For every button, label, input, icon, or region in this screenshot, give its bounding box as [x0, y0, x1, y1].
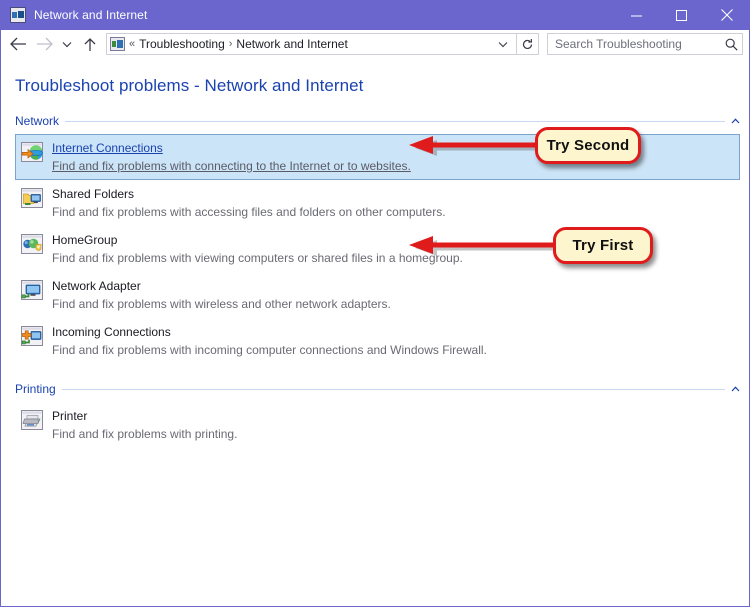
network-adapter-row[interactable]: Network Adapter Find and fix problems wi… [15, 272, 740, 318]
section-network: Network Internet Connections Find and fi… [1, 113, 749, 364]
section-divider [61, 388, 725, 390]
item-text: Incoming Connections Find and fix proble… [52, 323, 487, 359]
printer-icon [20, 408, 44, 432]
section-collapse-chevron-up-icon[interactable] [731, 118, 740, 124]
window-controls [614, 0, 749, 30]
breadcrumb-separator: › [228, 38, 233, 50]
forward-arrow-icon [31, 32, 57, 56]
back-arrow-icon[interactable] [5, 32, 31, 56]
item-title[interactable]: Internet Connections [52, 141, 163, 155]
internet-connections-icon [20, 140, 44, 164]
section-title-network: Network [15, 114, 60, 128]
homegroup-row[interactable]: HomeGroup Find and fix problems with vie… [15, 226, 740, 272]
item-title[interactable]: Shared Folders [52, 187, 134, 201]
item-description: Find and fix problems with wireless and … [52, 297, 391, 311]
homegroup-icon [20, 232, 44, 256]
network-adapter-icon [20, 278, 44, 302]
incoming-connections-row[interactable]: Incoming Connections Find and fix proble… [15, 318, 740, 364]
content-area: Troubleshoot problems - Network and Inte… [1, 59, 749, 606]
recent-locations-chevron-down-icon[interactable] [57, 32, 77, 56]
window-title: Network and Internet [34, 8, 148, 22]
refresh-icon[interactable] [517, 33, 539, 55]
internet-connections-row[interactable]: Internet Connections Find and fix proble… [15, 134, 740, 180]
explorer-window: Network and Internet « Troubleshooting ›… [0, 0, 750, 607]
breadcrumb-prefix: « [129, 38, 136, 50]
shared-folders-icon [20, 186, 44, 210]
item-title[interactable]: HomeGroup [52, 233, 117, 247]
item-text: Network Adapter Find and fix problems wi… [52, 277, 391, 313]
item-title[interactable]: Network Adapter [52, 279, 141, 293]
maximize-button[interactable] [659, 0, 704, 30]
breadcrumb-bar[interactable]: « Troubleshooting › Network and Internet [106, 33, 517, 55]
network-internet-icon [10, 7, 26, 23]
section-header-network: Network [1, 113, 749, 129]
up-arrow-icon[interactable] [77, 32, 103, 56]
shared-folders-row[interactable]: Shared Folders Find and fix problems wit… [15, 180, 740, 226]
close-button[interactable] [704, 0, 749, 30]
item-text: Shared Folders Find and fix problems wit… [52, 185, 446, 221]
address-toolbar: « Troubleshooting › Network and Internet… [1, 30, 749, 59]
item-title[interactable]: Incoming Connections [52, 325, 171, 339]
item-description: Find and fix problems with accessing fil… [52, 205, 446, 219]
search-input[interactable]: Search Troubleshooting [547, 33, 743, 55]
control-panel-icon [110, 37, 125, 51]
search-placeholder: Search Troubleshooting [555, 37, 682, 51]
breadcrumb-item-network-and-internet[interactable]: Network and Internet [236, 37, 347, 51]
section-collapse-chevron-up-icon[interactable] [731, 386, 740, 392]
item-description: Find and fix problems with viewing compu… [52, 251, 463, 265]
item-description: Find and fix problems with printing. [52, 427, 238, 441]
section-title-printing: Printing [15, 382, 56, 396]
search-icon[interactable] [725, 38, 738, 51]
minimize-button[interactable] [614, 0, 659, 30]
item-text: Internet Connections Find and fix proble… [52, 139, 411, 175]
breadcrumb-chevron-down-icon[interactable] [494, 41, 514, 48]
breadcrumb-item-troubleshooting[interactable]: Troubleshooting [139, 37, 225, 51]
page-title: Troubleshoot problems - Network and Inte… [15, 76, 364, 95]
incoming-connections-icon [20, 324, 44, 348]
printer-row[interactable]: Printer Find and fix problems with print… [15, 402, 740, 448]
item-text: Printer Find and fix problems with print… [52, 407, 237, 443]
troubleshooter-list-network: Internet Connections Find and fix proble… [1, 134, 749, 364]
item-text: HomeGroup Find and fix problems with vie… [52, 231, 463, 267]
section-divider [65, 120, 725, 122]
item-title[interactable]: Printer [52, 409, 87, 423]
section-header-printing: Printing [1, 381, 749, 397]
item-description: Find and fix problems with incoming comp… [52, 343, 487, 357]
section-printing: Printing Printer Find and fix problems w… [1, 381, 749, 448]
item-description: Find and fix problems with connecting to… [52, 159, 411, 173]
title-bar: Network and Internet [1, 0, 749, 30]
troubleshooter-list-printing: Printer Find and fix problems with print… [1, 402, 749, 448]
